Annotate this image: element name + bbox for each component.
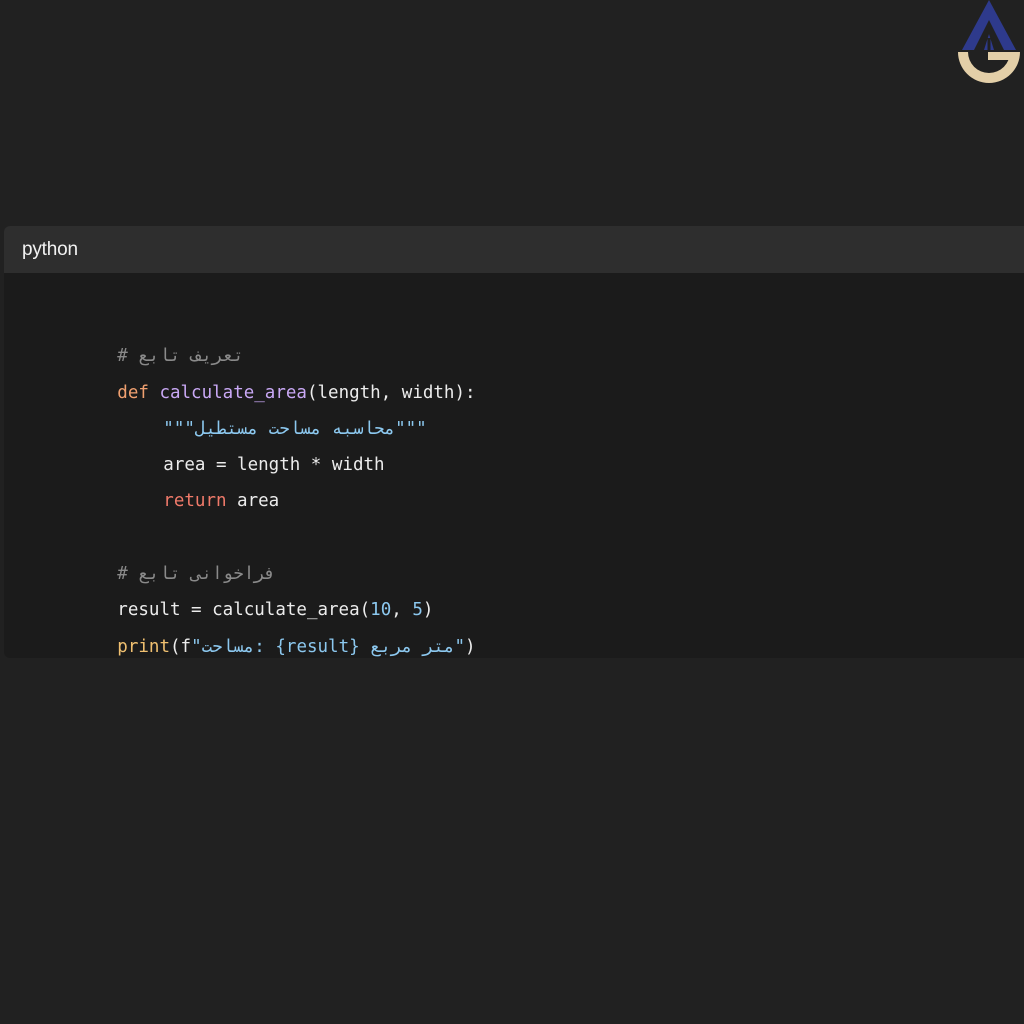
code-body[interactable]: # تعریف تابع def calculate_area(length, … — [33, 302, 476, 656]
separator: , — [391, 600, 413, 621]
close-paren: ) — [422, 600, 434, 621]
code-block-header: python — [4, 226, 1024, 273]
number-literal: 10 — [370, 600, 392, 621]
code-line-7: # فراخوانی تابع — [33, 520, 476, 584]
code-comment: # تعریف تابع — [117, 346, 244, 367]
number-literal: 5 — [412, 600, 423, 621]
open-paren: (f — [169, 636, 192, 657]
code-comment: # فراخوانی تابع — [117, 564, 276, 585]
result-assignment: result = calculate_area( — [117, 600, 371, 621]
return-value: area — [226, 491, 280, 512]
close-paren: ) — [465, 636, 476, 657]
page: python # تعریف تابع def calculate_area(l… — [0, 0, 1024, 1024]
language-label: python — [22, 238, 78, 260]
code-block: python # تعریف تابع def calculate_area(l… — [4, 226, 1024, 658]
code-line-1: # تعریف تابع — [33, 302, 476, 366]
function-params: (length, width): — [306, 382, 476, 403]
assignment-statement: area = length * width — [163, 455, 385, 476]
function-name: calculate_area — [159, 382, 307, 403]
brand-logo-icon — [958, 0, 1020, 83]
builtin-print: print — [117, 636, 170, 657]
keyword-return: return — [163, 491, 227, 512]
keyword-def: def — [117, 382, 149, 403]
fstring-literal: "مساحت: {result} متر مربع" — [191, 636, 466, 657]
docstring: """محاسبه مساحت مستطیل""" — [163, 418, 427, 439]
